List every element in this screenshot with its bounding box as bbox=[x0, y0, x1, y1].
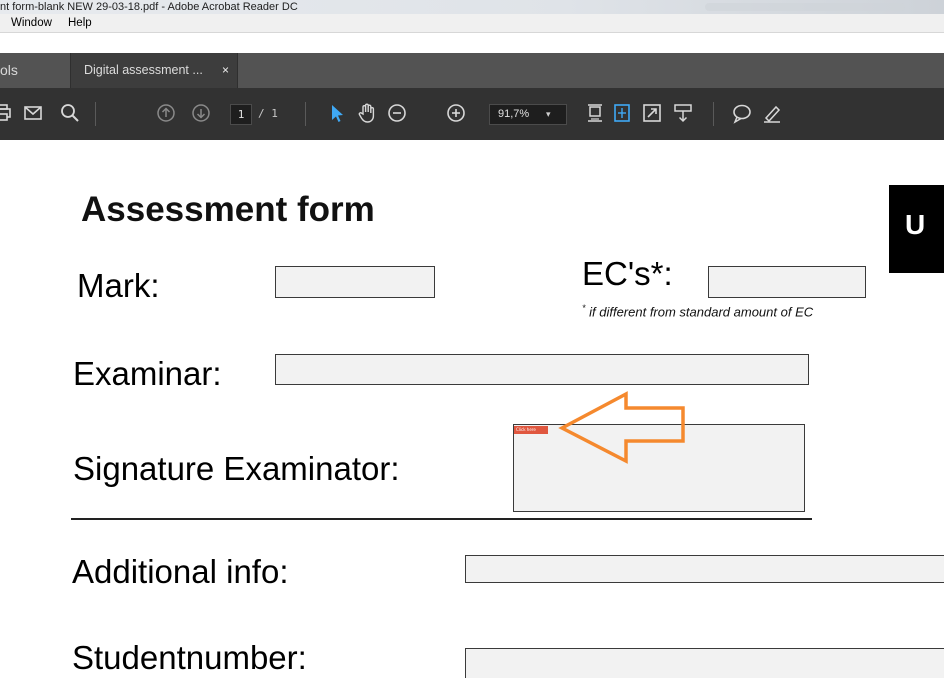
full-screen-icon[interactable] bbox=[641, 102, 663, 124]
signature-field-tag-label: Click here bbox=[516, 427, 536, 432]
examinar-field[interactable] bbox=[275, 354, 809, 385]
additional-info-label: Additional info: bbox=[72, 553, 289, 590]
tab-document-label: Digital assessment ... bbox=[84, 63, 203, 77]
footnote-text: if different from standard amount of EC bbox=[585, 304, 814, 320]
page-down-icon[interactable] bbox=[190, 102, 212, 124]
close-tab-icon[interactable]: × bbox=[222, 53, 229, 88]
ecs-field[interactable] bbox=[708, 266, 866, 298]
signature-field-tag[interactable]: Click here bbox=[514, 426, 548, 434]
title-bar-blur bbox=[705, 3, 905, 11]
fit-page-icon[interactable] bbox=[584, 102, 606, 124]
additional-info-field[interactable] bbox=[465, 555, 944, 583]
mark-field[interactable] bbox=[275, 266, 435, 298]
tab-tools-label: ols bbox=[0, 62, 18, 78]
menu-help[interactable]: Help bbox=[68, 14, 92, 32]
tab-bar: ols Digital assessment ... × bbox=[0, 53, 944, 88]
zoom-in-icon[interactable] bbox=[445, 102, 467, 124]
print-icon[interactable] bbox=[0, 102, 22, 124]
tab-document[interactable]: Digital assessment ... × bbox=[70, 53, 238, 88]
search-icon[interactable] bbox=[59, 102, 81, 124]
read-mode-icon[interactable] bbox=[672, 102, 694, 124]
studentnumber-field[interactable] bbox=[465, 648, 944, 678]
examinar-label: Examinar: bbox=[73, 355, 222, 392]
mark-label: Mark: bbox=[77, 267, 160, 304]
page-number-input[interactable]: 1 bbox=[230, 104, 252, 125]
page-up-icon[interactable] bbox=[155, 102, 177, 124]
ecs-footnote: * if different from standard amount of E… bbox=[582, 303, 813, 319]
ecs-label: EC's*: bbox=[582, 255, 673, 292]
zoom-out-icon[interactable] bbox=[386, 102, 408, 124]
scrolling-mode-icon[interactable] bbox=[611, 102, 633, 124]
logo-letter: U bbox=[905, 209, 926, 240]
page-title: Assessment form bbox=[81, 190, 375, 229]
zoom-value: 91,7% bbox=[498, 108, 530, 120]
hand-tool-icon[interactable] bbox=[356, 102, 378, 124]
menu-bar: Window Help bbox=[0, 14, 944, 33]
toolbar: 1 / 1 91,7% ▾ bbox=[0, 88, 944, 140]
chevron-down-icon: ▾ bbox=[546, 109, 551, 119]
comment-icon[interactable] bbox=[731, 102, 753, 124]
tab-tools[interactable]: ols bbox=[0, 53, 50, 88]
pdf-page: Assessment form U Mark: EC's*: * if diff… bbox=[0, 140, 944, 678]
select-arrow-icon[interactable] bbox=[326, 102, 348, 124]
page-total: / 1 bbox=[258, 107, 278, 120]
email-icon[interactable] bbox=[22, 102, 44, 124]
window-title-bar: nt form-blank NEW 29-03-18.pdf - Adobe A… bbox=[0, 0, 944, 14]
toolbar-separator bbox=[305, 102, 306, 126]
highlight-pen-icon[interactable] bbox=[761, 102, 783, 124]
zoom-select[interactable]: 91,7% ▾ bbox=[489, 104, 567, 125]
menu-window[interactable]: Window bbox=[11, 14, 52, 32]
divider bbox=[71, 518, 812, 520]
window-title: nt form-blank NEW 29-03-18.pdf - Adobe A… bbox=[0, 1, 298, 13]
toolbar-separator bbox=[95, 102, 96, 126]
signature-label: Signature Examinator: bbox=[73, 450, 400, 487]
arrow-annotation-icon bbox=[558, 391, 685, 464]
toolbar-separator bbox=[713, 102, 714, 126]
studentnumber-label: Studentnumber: bbox=[72, 639, 307, 676]
logo: U bbox=[889, 185, 944, 273]
